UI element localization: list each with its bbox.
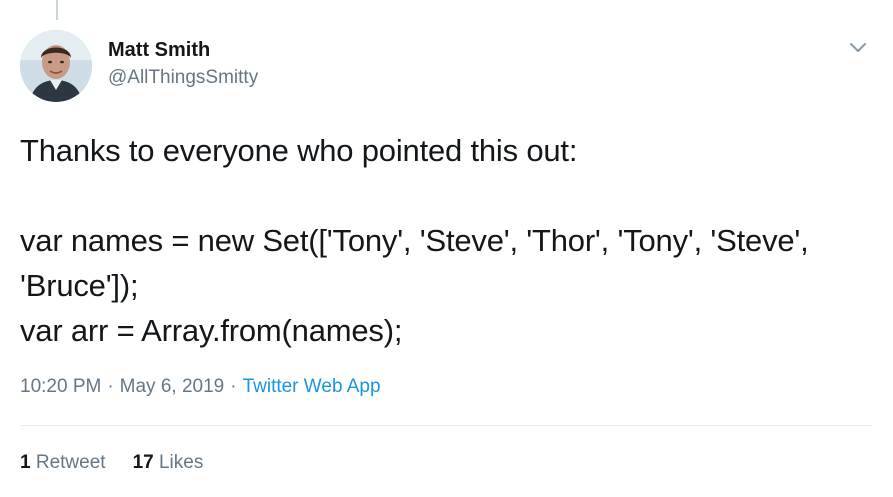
retweet-count: 1 [20,452,31,473]
tweet-time[interactable]: 10:20 PM [20,376,101,397]
like-label: Likes [158,452,204,473]
avatar[interactable] [20,30,92,102]
tweet-source-link[interactable]: Twitter Web App [243,376,381,397]
tweet-metadata: 10:20 PM · May 6, 2019 · Twitter Web App [20,375,381,399]
more-options-button[interactable] [846,38,870,58]
tweet-author: Matt Smith @AllThingsSmitty [108,38,258,90]
chevron-down-icon [850,43,866,52]
thread-line [56,0,58,20]
author-handle[interactable]: @AllThingsSmitty [108,66,258,90]
meta-separator: · [230,376,237,397]
tweet-stats: 1 Retweet 17 Likes [20,451,203,475]
avatar-image [20,30,92,102]
like-count: 17 [132,452,154,473]
retweet-label: Retweet [35,452,106,473]
tweet-date[interactable]: May 6, 2019 [120,376,225,397]
author-name[interactable]: Matt Smith [108,38,258,62]
likes-stat[interactable]: 17 Likes [133,452,204,473]
meta-separator: · [107,376,114,397]
retweets-stat[interactable]: 1 Retweet [20,452,106,473]
divider [20,425,872,426]
tweet-text: Thanks to everyone who pointed this out:… [20,133,809,348]
